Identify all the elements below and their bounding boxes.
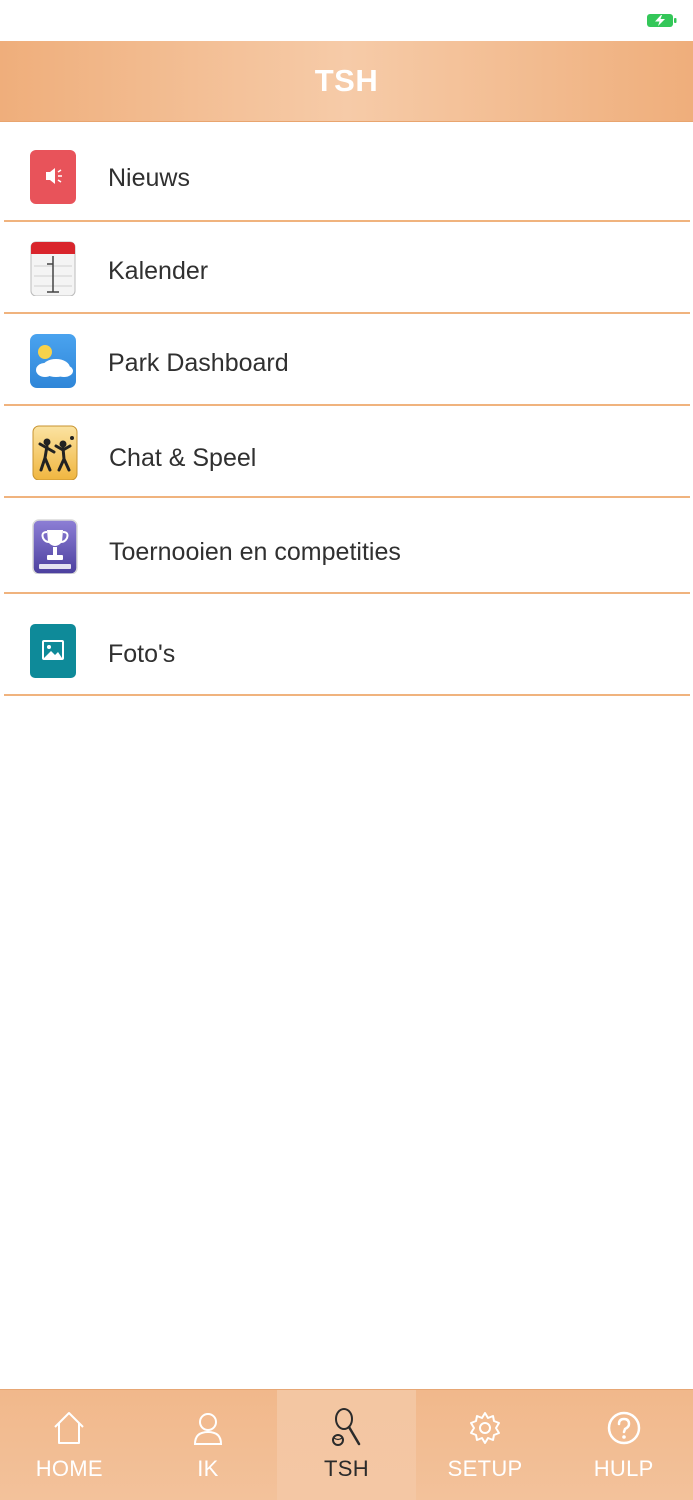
person-icon [189,1408,227,1448]
menu-item-nieuws[interactable]: Nieuws [4,122,690,222]
calendar-icon [30,240,76,296]
menu-item-kalender[interactable]: Kalender [4,222,690,314]
status-bar [0,0,693,41]
trophy-icon [32,518,78,574]
battery-charging-icon [647,14,677,27]
tab-tsh[interactable]: TSH [277,1390,416,1500]
menu-item-label: Park Dashboard [108,349,289,377]
tab-label: TSH [324,1456,369,1481]
help-icon [605,1408,643,1448]
menu-item-toernooien[interactable]: Toernooien en competities [4,498,690,594]
weather-cloud-icon [30,332,76,388]
page-title: TSH [314,63,379,98]
home-icon [50,1408,88,1448]
photo-icon [30,622,76,678]
tennis-racket-icon [327,1408,365,1448]
megaphone-icon [30,148,76,204]
menu-item-label: Toernooien en competities [109,538,401,566]
tennis-players-icon [32,424,78,480]
tab-label: IK [197,1456,219,1481]
tab-setup[interactable]: SETUP [416,1390,555,1500]
tab-label: SETUP [447,1456,523,1481]
tab-home[interactable]: HOME [0,1390,139,1500]
navigation-bar: TSH [0,41,693,122]
menu-item-fotos[interactable]: Foto's [4,594,690,696]
menu-item-label: Nieuws [108,164,190,192]
tab-bar: HOME IK TSH SETUP HULP [0,1389,693,1500]
menu-item-label: Chat & Speel [109,444,257,472]
gear-icon [466,1408,504,1448]
menu-item-chat-speel[interactable]: Chat & Speel [4,406,690,498]
tab-hulp[interactable]: HULP [554,1390,693,1500]
tab-ik[interactable]: IK [139,1390,278,1500]
tab-label: HOME [35,1456,103,1481]
menu-item-label: Foto's [108,640,176,668]
menu-item-label: Kalender [108,257,209,285]
tab-label: HULP [593,1456,654,1481]
menu-item-park-dashboard[interactable]: Park Dashboard [4,314,690,406]
